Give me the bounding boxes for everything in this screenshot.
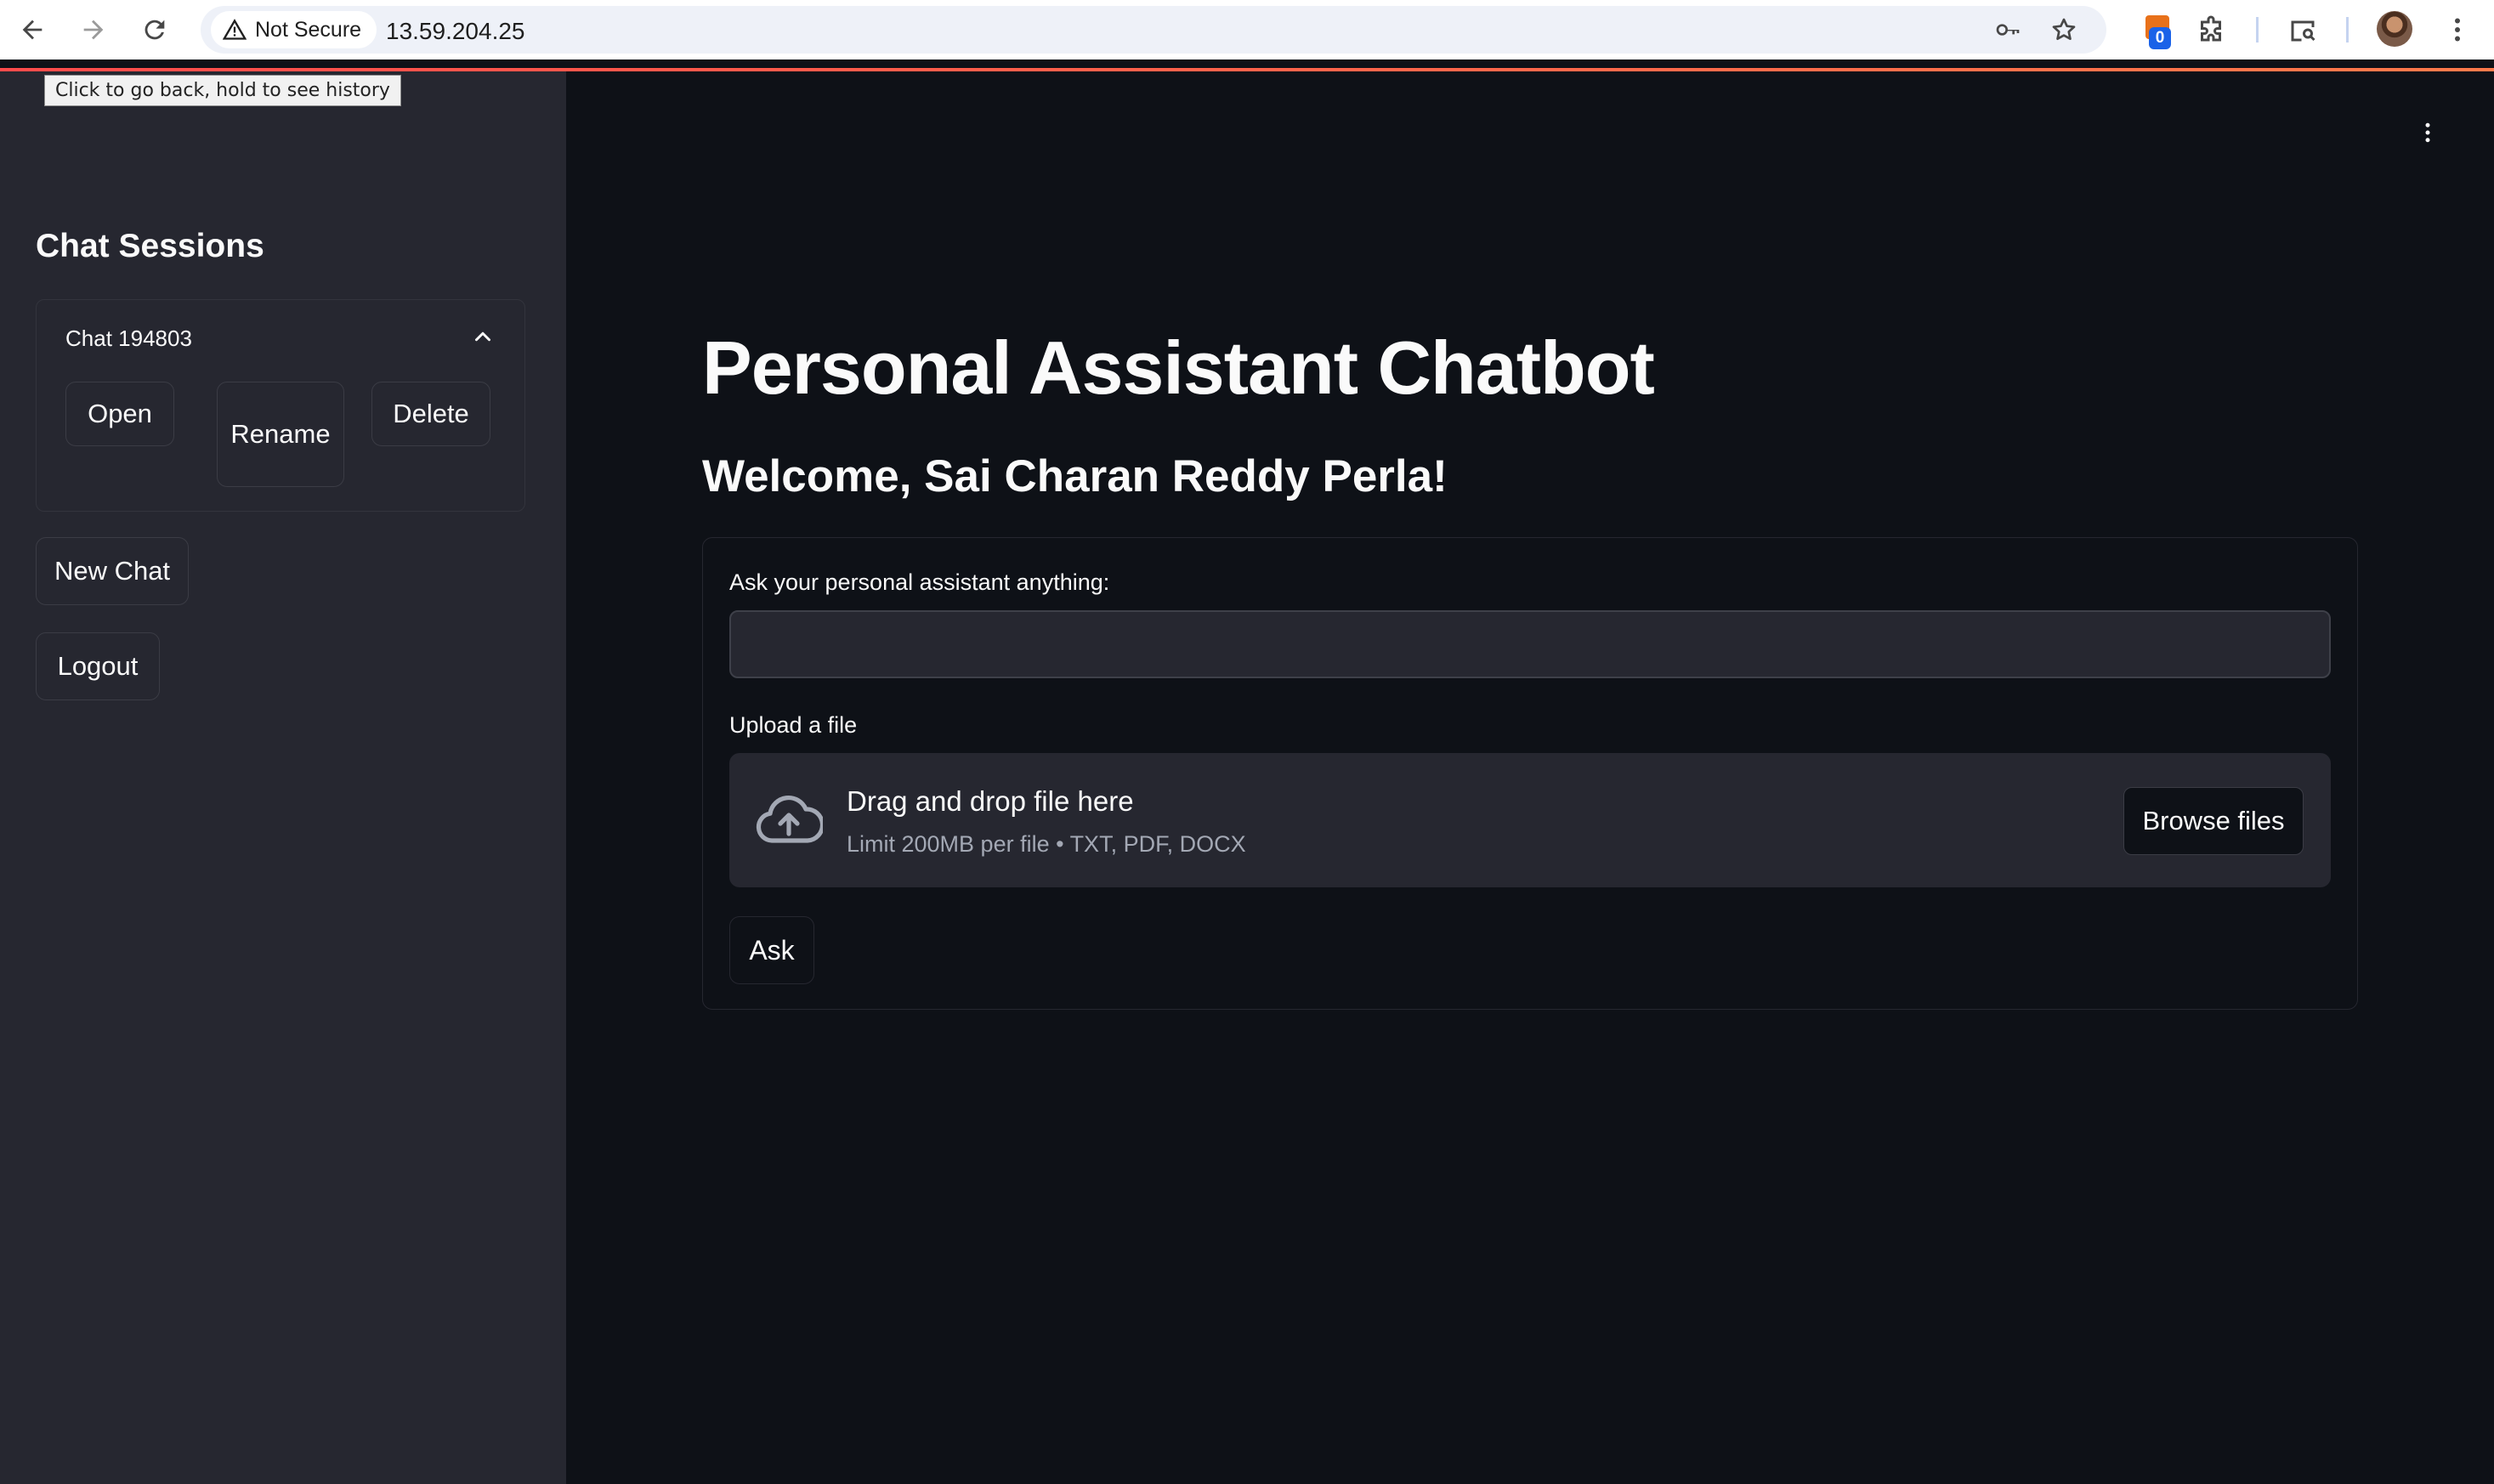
forward-arrow-icon [83,20,104,40]
url-text[interactable]: 13.59.204.25 [386,18,525,45]
security-label: Not Secure [255,17,362,42]
warning-icon [223,19,247,40]
sidebar-title: Chat Sessions [36,228,264,264]
app-menu-button[interactable] [2411,116,2445,150]
ask-input[interactable] [729,610,2331,678]
tab-search-icon [2291,20,2315,42]
reload-button[interactable] [136,11,173,48]
dropzone-title: Drag and drop file here [847,785,1134,817]
chevron-up-icon [475,331,490,342]
browser-toolbar: Not Secure 13.59.204.25 0 [0,0,2494,59]
back-button[interactable] [14,11,51,48]
forward-button[interactable] [75,11,112,48]
password-key-button[interactable] [1994,16,2021,43]
back-button-tooltip: Click to go back, hold to see history [44,75,401,106]
chat-session-title[interactable]: Chat 194803 [65,326,192,352]
extension-badge: 0 [2149,27,2171,49]
toolbar-divider [2256,17,2259,42]
reload-icon [145,20,165,40]
ask-input-label: Ask your personal assistant anything: [729,569,1110,595]
delete-chat-button[interactable]: Delete [371,382,490,446]
chat-session-expander: Chat 194803 Open Rename Delete [36,299,525,512]
kebab-menu-icon [2425,122,2430,143]
welcome-heading: Welcome, Sai Charan Reddy Perla! [702,451,1448,501]
ask-button[interactable]: Ask [729,916,814,984]
rename-chat-button[interactable]: Rename [217,382,344,487]
back-arrow-icon [22,20,43,40]
cloud-upload-icon [755,792,825,848]
browse-files-button[interactable]: Browse files [2123,787,2304,855]
expander-toggle[interactable] [470,324,496,349]
page-title: Personal Assistant Chatbot [702,326,1655,410]
extensions-button[interactable] [2195,14,2227,46]
open-chat-button[interactable]: Open [65,382,174,446]
key-icon [1996,24,2020,36]
star-icon [2052,18,2076,40]
dropzone-limit: Limit 200MB per file • TXT, PDF, DOCX [847,831,1246,857]
chrome-menu-icon [2455,18,2460,42]
security-chip[interactable]: Not Secure [211,11,377,48]
sidebar [0,71,566,1484]
file-dropzone[interactable]: Drag and drop file here Limit 200MB per … [729,753,2331,887]
new-chat-button[interactable]: New Chat [36,537,189,605]
extension-puzzle-icon [2201,15,2221,42]
profile-avatar[interactable] [2377,11,2412,47]
bookmark-button[interactable] [2050,16,2077,43]
toolbar-divider [2346,17,2349,42]
logout-button[interactable]: Logout [36,632,160,700]
address-bar[interactable]: Not Secure 13.59.204.25 [201,6,2106,54]
tab-search-button[interactable] [2287,14,2319,46]
upload-label: Upload a file [729,712,858,738]
chrome-menu-button[interactable] [2441,14,2474,46]
